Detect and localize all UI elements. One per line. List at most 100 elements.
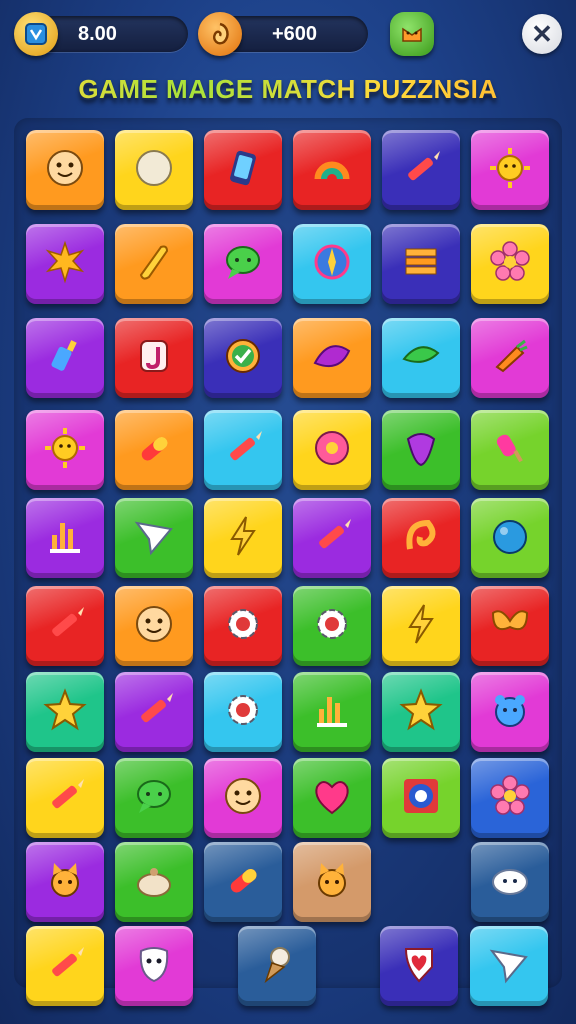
crayon-icon (42, 773, 88, 824)
tile[interactable] (293, 130, 371, 210)
tile[interactable] (204, 318, 282, 398)
tile[interactable] (470, 926, 548, 1006)
tile[interactable] (204, 498, 282, 578)
star-icon (42, 687, 88, 738)
tile[interactable] (204, 130, 282, 210)
swirl-icon (398, 513, 444, 564)
paper-plane-icon (486, 941, 532, 992)
tile[interactable] (471, 672, 549, 752)
ice-cream-icon (254, 941, 300, 992)
gear-icon (220, 687, 266, 738)
gem-icon (398, 425, 444, 476)
boomerang-icon (131, 239, 177, 290)
cat-icon (309, 857, 355, 908)
tile[interactable] (471, 758, 549, 838)
gear-icon (309, 601, 355, 652)
tile[interactable] (26, 758, 104, 838)
tile[interactable] (115, 758, 193, 838)
crayon-icon (220, 425, 266, 476)
tile[interactable] (26, 130, 104, 210)
tile[interactable] (382, 586, 460, 666)
tile[interactable] (204, 224, 282, 304)
tile[interactable] (293, 672, 371, 752)
tile[interactable] (382, 672, 460, 752)
tile[interactable] (115, 318, 193, 398)
tile[interactable] (238, 926, 316, 1006)
tile[interactable] (471, 224, 549, 304)
carrot-icon (487, 333, 533, 384)
pea-pod-icon (398, 333, 444, 384)
cloud-face-icon (487, 857, 533, 908)
tile[interactable] (382, 498, 460, 578)
bars-icon (309, 687, 355, 738)
face-icon (131, 601, 177, 652)
tile[interactable] (382, 758, 460, 838)
tile[interactable] (115, 224, 193, 304)
tile[interactable] (115, 842, 193, 922)
tile[interactable] (380, 926, 458, 1006)
phone-icon (220, 145, 266, 196)
tile[interactable] (293, 842, 371, 922)
tile[interactable] (115, 586, 193, 666)
tile[interactable] (26, 410, 104, 490)
crayon-icon (398, 145, 444, 196)
tile[interactable] (382, 130, 460, 210)
tile[interactable] (471, 410, 549, 490)
chat-icon (220, 239, 266, 290)
tile[interactable] (204, 672, 282, 752)
crayon-icon (309, 513, 355, 564)
tile[interactable] (115, 498, 193, 578)
tile[interactable] (293, 410, 371, 490)
tile[interactable] (293, 586, 371, 666)
bottle-icon (42, 333, 88, 384)
target-icon (398, 773, 444, 824)
star-icon (398, 687, 444, 738)
lightning-icon (220, 513, 266, 564)
close-icon: ✕ (531, 18, 553, 49)
tile[interactable] (382, 410, 460, 490)
tile[interactable] (26, 926, 104, 1006)
tile[interactable] (293, 318, 371, 398)
tile[interactable] (26, 672, 104, 752)
stack-icon (398, 239, 444, 290)
tile[interactable] (471, 586, 549, 666)
tile[interactable] (26, 842, 104, 922)
close-button[interactable]: ✕ (522, 14, 562, 54)
leaf-icon (309, 333, 355, 384)
tile[interactable] (471, 318, 549, 398)
gear-icon (220, 601, 266, 652)
tile[interactable] (293, 758, 371, 838)
tile[interactable] (471, 842, 549, 922)
tile[interactable] (471, 498, 549, 578)
reward-icon[interactable] (390, 12, 434, 56)
tile[interactable] (382, 224, 460, 304)
tile[interactable] (204, 842, 282, 922)
tile[interactable] (26, 498, 104, 578)
star-burst-icon (42, 239, 88, 290)
tile[interactable] (115, 130, 193, 210)
tile[interactable] (293, 224, 371, 304)
sun-icon (487, 145, 533, 196)
tile[interactable] (204, 758, 282, 838)
tile[interactable] (26, 586, 104, 666)
circle-icon (131, 145, 177, 196)
lightning-icon (398, 601, 444, 652)
bear-icon (487, 687, 533, 738)
tile[interactable] (115, 926, 193, 1006)
tile[interactable] (115, 672, 193, 752)
arc-icon (309, 145, 355, 196)
tile[interactable] (26, 318, 104, 398)
tile[interactable] (204, 586, 282, 666)
tile[interactable] (382, 318, 460, 398)
tile[interactable] (115, 410, 193, 490)
heart-icon (309, 773, 355, 824)
sun-icon (42, 425, 88, 476)
tile[interactable] (26, 224, 104, 304)
bonus-value: +600 (272, 23, 318, 45)
tile[interactable] (471, 130, 549, 210)
pill-icon (131, 425, 177, 476)
pill-icon (220, 857, 266, 908)
tile[interactable] (204, 410, 282, 490)
tile[interactable] (293, 498, 371, 578)
hud-bar: 8.00 +600 ✕ (0, 10, 576, 58)
